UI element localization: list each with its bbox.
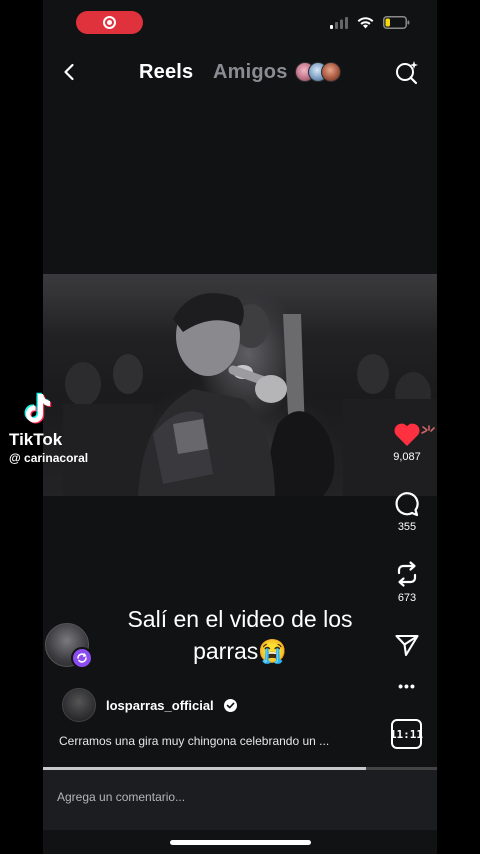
tab-reels[interactable]: Reels: [139, 61, 193, 84]
video-frame-illustration: [63, 293, 437, 496]
repost-count: 673: [397, 592, 417, 604]
author-username[interactable]: losparras_official: [106, 698, 214, 713]
home-indicator[interactable]: [170, 840, 311, 845]
more-options-button[interactable]: •••: [388, 678, 426, 694]
like-count: 9,087: [393, 451, 421, 463]
avatar[interactable]: [62, 688, 96, 722]
tab-amigos[interactable]: Amigos: [213, 61, 288, 84]
audio-badge[interactable]: 11:11: [390, 719, 423, 749]
reel-video[interactable]: [43, 274, 437, 496]
post-caption[interactable]: Cerramos una gira muy chingona celebrand…: [59, 734, 329, 748]
video-overlay-caption: Salí en el video de los parras😭: [127, 606, 353, 664]
tiktok-watermark-username: @ carinacoral: [9, 451, 89, 465]
battery-low-icon: [383, 16, 410, 29]
comment-count: 355: [397, 521, 417, 533]
screen-record-indicator[interactable]: [76, 11, 143, 34]
chevron-left-icon[interactable]: [60, 62, 80, 82]
comment-bubble-icon: [395, 492, 419, 517]
more-horizontal-icon: •••: [398, 678, 416, 694]
wifi-icon: [357, 16, 374, 28]
status-bar-icons: [330, 16, 410, 29]
comment-button[interactable]: 355: [388, 491, 426, 533]
tiktok-watermark-brand: TikTok: [9, 430, 63, 449]
heart-burst-icon: [421, 425, 435, 434]
friends-avatars-icon[interactable]: [295, 62, 341, 82]
share-button[interactable]: [388, 633, 426, 657]
heart-icon: [394, 423, 420, 446]
remix-badge: [71, 647, 93, 669]
repost-button[interactable]: 673: [388, 560, 426, 604]
cellular-signal-icon: [330, 16, 348, 29]
post-author[interactable]: losparras_official: [62, 688, 237, 722]
verified-badge-icon: [223, 698, 237, 712]
paper-plane-icon: [395, 634, 419, 657]
tiktok-logo-icon: [24, 392, 52, 424]
comment-input[interactable]: [57, 790, 397, 804]
camera-sparkle-icon[interactable]: [394, 59, 420, 85]
remix-icon: [77, 653, 87, 663]
screen-record-icon: [103, 16, 116, 29]
repost-icon: [397, 561, 417, 587]
comment-bar: [43, 770, 437, 830]
